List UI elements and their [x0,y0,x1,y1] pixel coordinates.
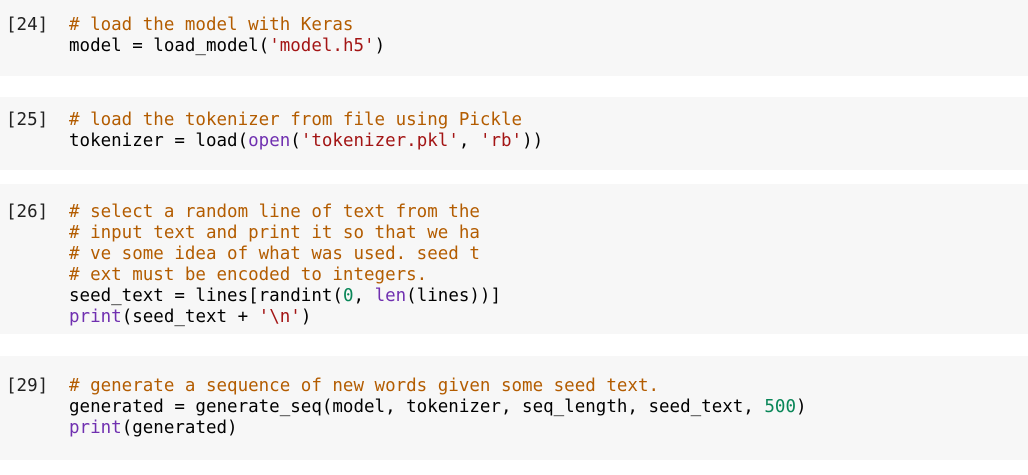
code-cell[interactable]: [25] # load the tokenizer from file usin… [0,97,1028,170]
execution-count: [26] [6,202,49,222]
execution-count: [25] [6,110,49,130]
code-token: tokenizer = load( [69,131,249,151]
code-line: # load the model with Keras [69,15,385,36]
code-token: ) [795,397,807,417]
code-token: print [69,307,122,327]
code-token: # load the model with Keras [69,15,354,35]
code-token: , [353,286,375,306]
code-token: seed_text = lines[randint( [69,286,343,306]
code-token: '\n' [258,307,301,327]
code-line: generated = generate_seq(model, tokenize… [69,397,807,418]
code-token: )) [522,131,544,151]
code-editor[interactable]: # select a random line of text from the #… [69,202,501,328]
code-token: # load the tokenizer from file using Pic… [69,110,523,130]
code-token: # select a random line of text from the [69,202,480,222]
notebook: [24] # load the model with Keras model = … [0,0,1028,475]
code-token: (generated) [121,418,238,438]
code-token: ) [300,307,312,327]
code-token: ( [258,36,270,56]
code-line: # load the tokenizer from file using Pic… [69,110,543,131]
code-token: print [69,418,122,438]
code-token: model = load_model [69,36,259,56]
code-token: ( [290,131,301,151]
code-editor[interactable]: # load the tokenizer from file using Pic… [69,110,543,152]
code-token: (lines))] [406,286,501,306]
code-token: 'model.h5' [269,36,375,56]
code-cell[interactable]: [24] # load the model with Keras model = … [0,0,1028,76]
code-cell[interactable]: [29] # generate a sequence of new words … [0,356,1028,460]
code-token: # generate a sequence of new words given… [69,376,660,396]
code-line: # select a random line of text from the [69,202,501,223]
code-cell[interactable]: [26] # select a random line of text from… [0,184,1028,334]
code-line: model = load_model('model.h5') [69,36,385,57]
code-token: # ext must be encoded to integers. [69,265,428,285]
code-token: open [248,131,291,151]
execution-count: [24] [6,15,49,35]
code-line: print(seed_text + '\n') [69,307,501,328]
code-line: # generate a sequence of new words given… [69,376,807,397]
code-line: tokenizer = load(open('tokenizer.pkl', '… [69,131,543,152]
code-token: 'rb' [479,131,523,151]
code-line: # ext must be encoded to integers. [69,265,501,286]
code-token: 0 [342,286,354,306]
code-editor[interactable]: # load the model with Keras model = load_… [69,15,385,57]
code-line: seed_text = lines[randint(0, len(lines))… [69,286,501,307]
code-token: # ve some idea of what was used. seed t [69,244,480,264]
code-token: generated = generate_seq(model, tokenize… [69,397,765,417]
code-token: 500 [764,397,796,417]
execution-count: [29] [6,376,49,396]
code-token: , [458,131,480,151]
code-editor[interactable]: # generate a sequence of new words given… [69,376,807,439]
code-token: ) [374,36,386,56]
code-token: 'tokenizer.pkl' [300,131,459,151]
code-line: # ve some idea of what was used. seed t [69,244,501,265]
code-token: (seed_text + [121,307,259,327]
code-line: # input text and print it so that we ha [69,223,501,244]
code-line: print(generated) [69,418,807,439]
code-token: # input text and print it so that we ha [69,223,480,243]
code-token: len [374,286,407,306]
